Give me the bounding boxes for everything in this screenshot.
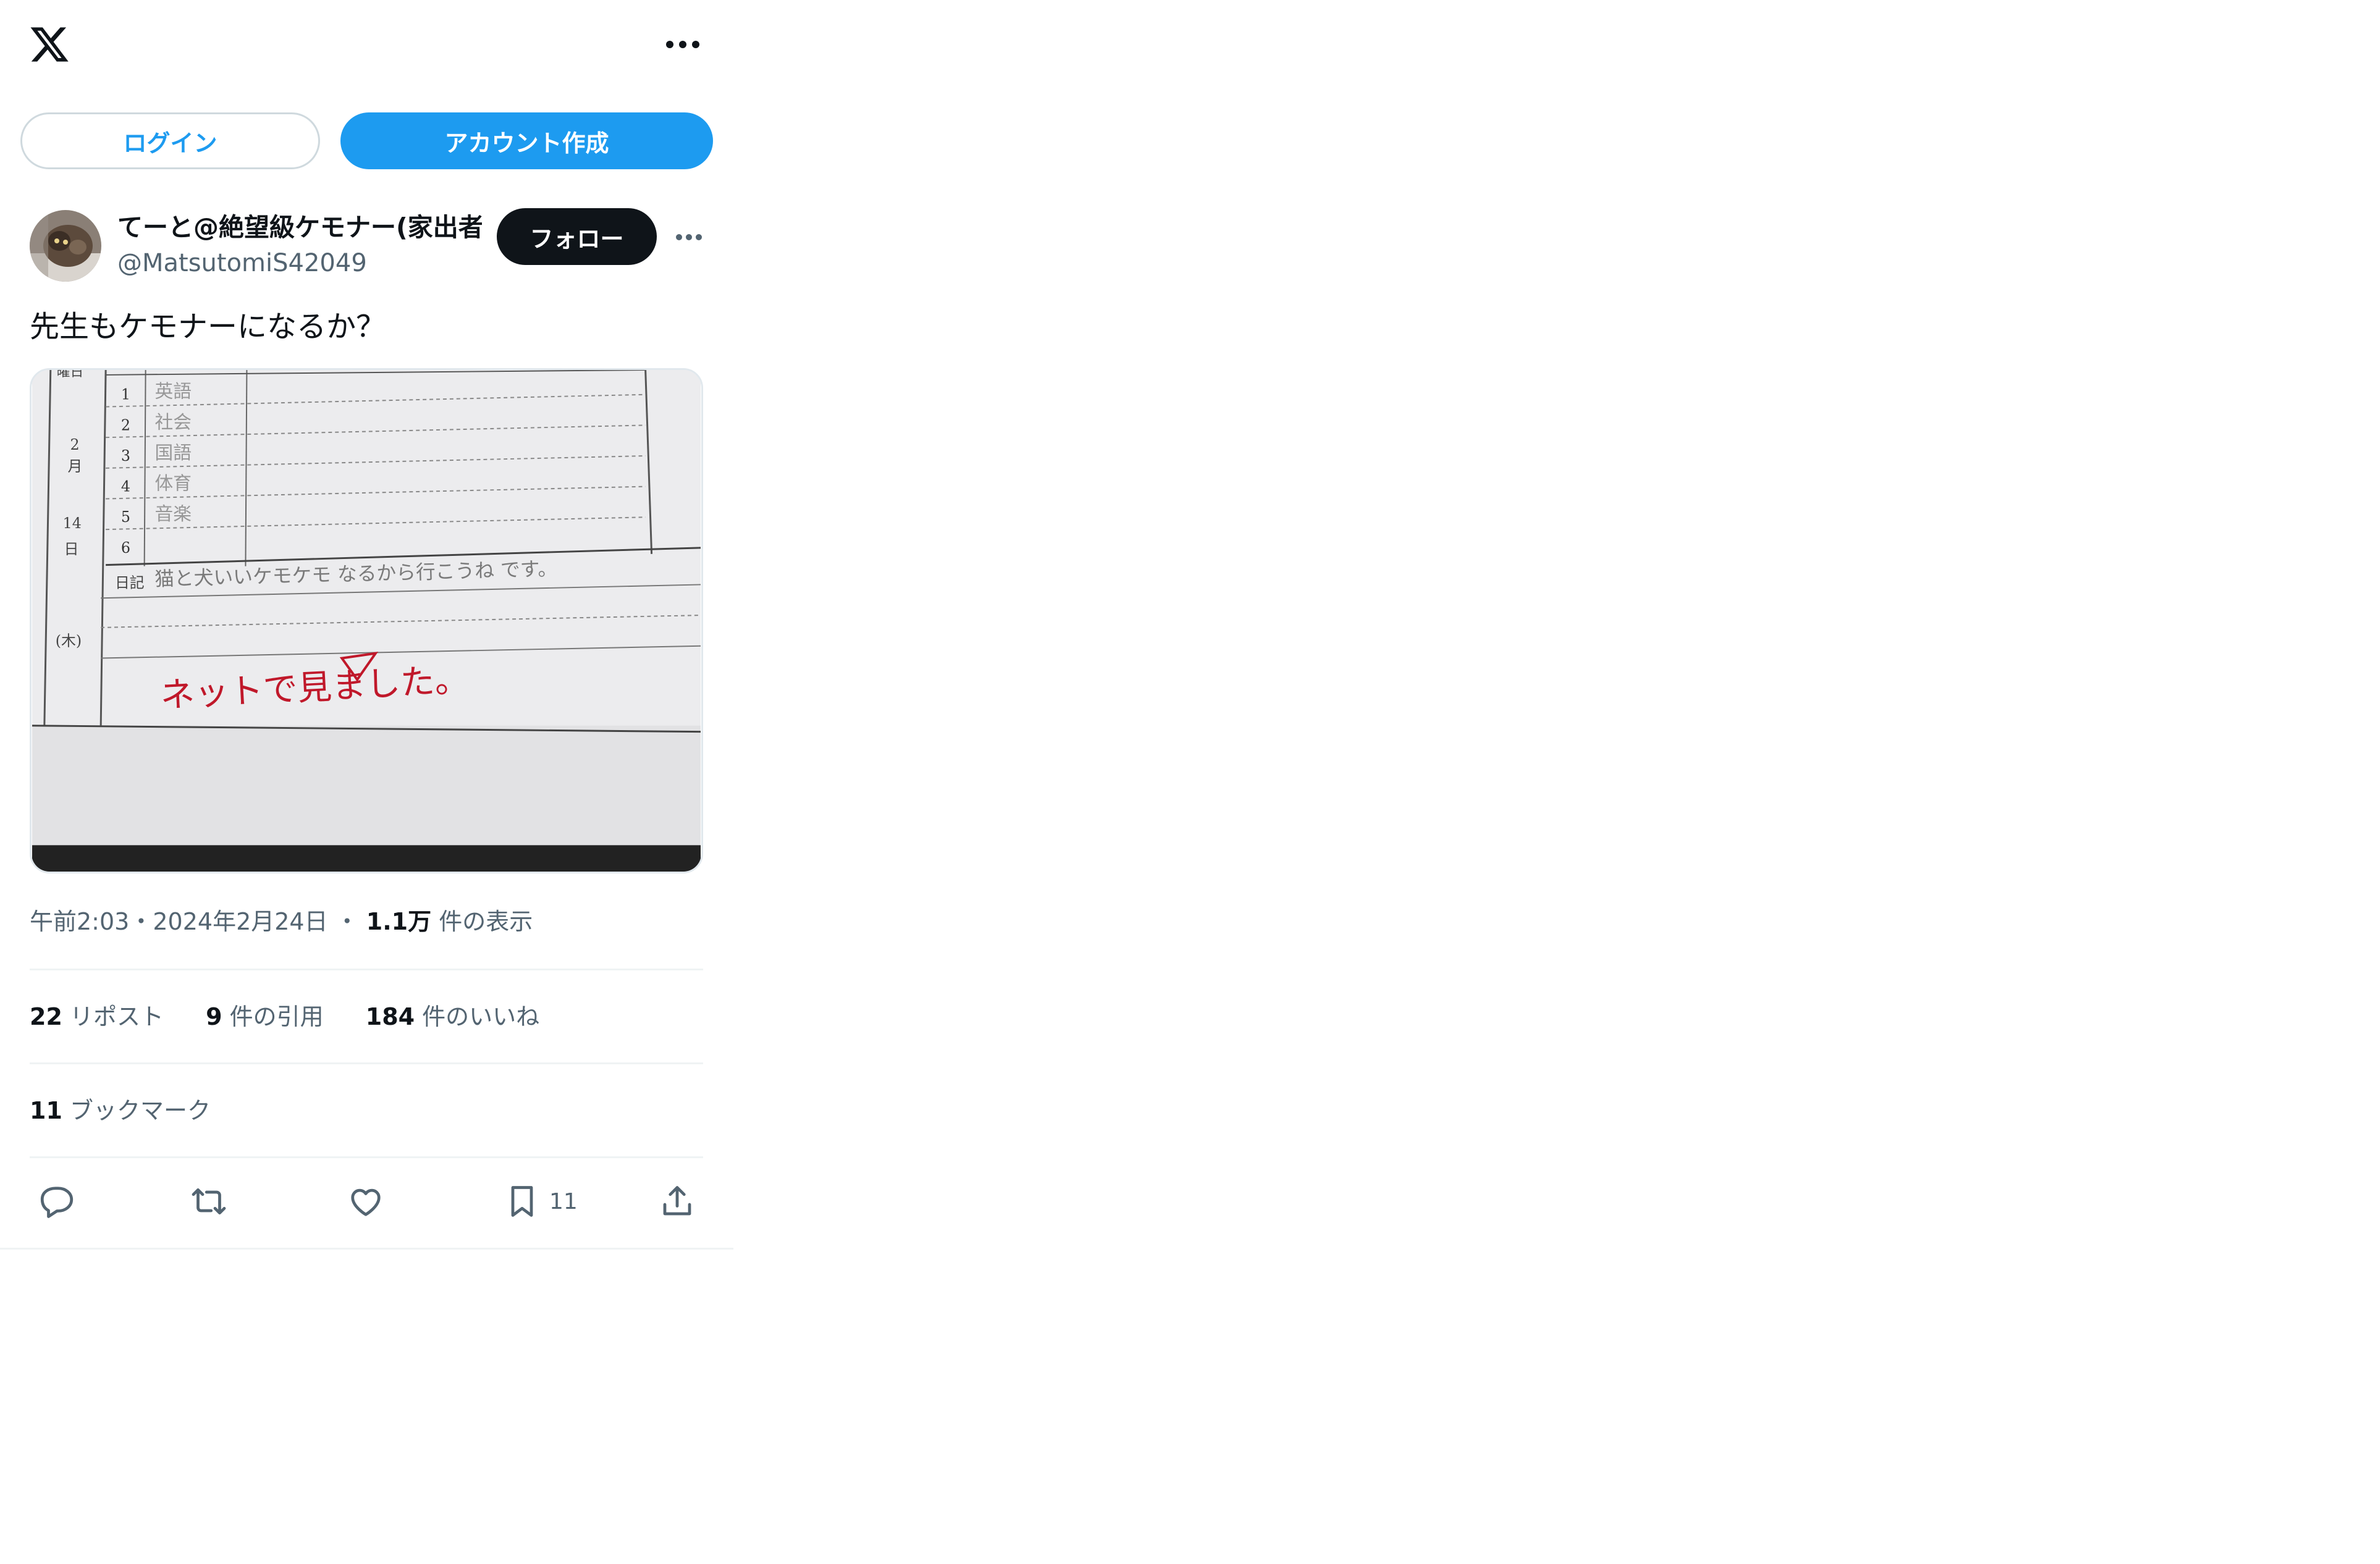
divider xyxy=(30,1156,703,1158)
views-count: 1.1万 xyxy=(366,908,432,935)
quotes-count: 9 xyxy=(206,1003,222,1030)
tweet-stats: 22 リポスト 9 件の引用 184 件のいいね xyxy=(30,999,539,1034)
row-number: 6 xyxy=(121,539,130,557)
row-number: 3 xyxy=(121,447,130,465)
likes-count: 184 xyxy=(365,1003,415,1030)
reposts-label: リポスト xyxy=(69,1003,164,1030)
subject-handwriting: 社会 xyxy=(155,411,192,433)
quotes-stat[interactable]: 9 件の引用 xyxy=(206,1003,324,1030)
signup-button[interactable]: アカウント作成 xyxy=(340,112,713,169)
subject-handwriting: 体育 xyxy=(155,473,192,495)
bookmarks-label: ブックマーク xyxy=(69,1097,211,1124)
bookmarks-count: 11 xyxy=(30,1097,62,1124)
bookmarks-stat: 11 ブックマーク xyxy=(30,1093,211,1128)
share-button[interactable] xyxy=(659,1180,696,1223)
login-button[interactable]: ログイン xyxy=(20,112,320,169)
subject-handwriting: 英語 xyxy=(155,381,192,403)
divider xyxy=(30,969,703,970)
x-logo-icon[interactable] xyxy=(28,23,70,65)
tweet-more-icon[interactable] xyxy=(673,226,704,248)
weekday-header: 曜日 xyxy=(57,370,84,380)
reposts-stat[interactable]: 22 リポスト xyxy=(30,1003,164,1030)
tweet-meta: 午前2:03・2024年2月24日 ・ 1.1万 件の表示 xyxy=(30,908,533,935)
tweet-time[interactable]: 午前2:03 xyxy=(30,908,129,935)
row-number: 1 xyxy=(121,386,130,403)
likes-label: 件のいいね xyxy=(422,1003,540,1030)
more-horizontal-icon[interactable] xyxy=(661,32,704,57)
reply-button[interactable] xyxy=(38,1180,75,1223)
follow-button[interactable]: フォロー xyxy=(497,208,657,265)
share-icon xyxy=(663,1186,691,1216)
tweet-text: 先生もケモナーになるか？ xyxy=(30,309,386,344)
reply-icon xyxy=(40,1187,74,1218)
day-number: 14 xyxy=(63,515,82,532)
retweet-button[interactable] xyxy=(190,1180,227,1223)
diary-photo: 曜日 1 2 3 4 5 6 2 月 14 日 (木) 日記 英語 社会 国語 … xyxy=(32,370,701,872)
month-number: 2 xyxy=(70,436,80,453)
day-label: 日 xyxy=(64,540,79,558)
heart-icon xyxy=(351,1188,381,1216)
row-number: 5 xyxy=(121,508,130,526)
bookmark-action-count: 11 xyxy=(549,1188,578,1214)
weekday-label: (木) xyxy=(56,633,82,650)
tweet-date[interactable]: 2024年2月24日 xyxy=(153,908,327,935)
author-handle[interactable]: @MatsutomiS42049 xyxy=(117,246,367,280)
diary-label: 日記 xyxy=(115,574,145,591)
bookmark-button[interactable]: 11 xyxy=(504,1180,578,1223)
like-button[interactable] xyxy=(347,1180,384,1223)
author-display-name[interactable]: てーと@絶望級ケモナー(家出者 xyxy=(117,209,482,246)
month-label: 月 xyxy=(68,458,83,475)
bookmark-icon xyxy=(511,1186,533,1217)
avatar[interactable] xyxy=(30,210,101,282)
subject-handwriting: 音楽 xyxy=(155,503,192,525)
quotes-label: 件の引用 xyxy=(229,1003,324,1030)
likes-stat[interactable]: 184 件のいいね xyxy=(366,1003,539,1030)
tweet-column: ログイン アカウント作成 てーと@絶望級ケモナー(家出者 @MatsutomiS… xyxy=(0,0,733,1250)
views-label: 件の表示 xyxy=(439,908,533,935)
row-number: 2 xyxy=(121,416,130,434)
retweet-icon xyxy=(192,1188,226,1215)
row-number: 4 xyxy=(121,478,130,495)
tweet-photo[interactable]: 曜日 1 2 3 4 5 6 2 月 14 日 (木) 日記 英語 社会 国語 … xyxy=(30,368,703,873)
subject-handwriting: 国語 xyxy=(155,442,192,464)
reposts-count: 22 xyxy=(30,1003,62,1030)
divider xyxy=(30,1062,703,1064)
